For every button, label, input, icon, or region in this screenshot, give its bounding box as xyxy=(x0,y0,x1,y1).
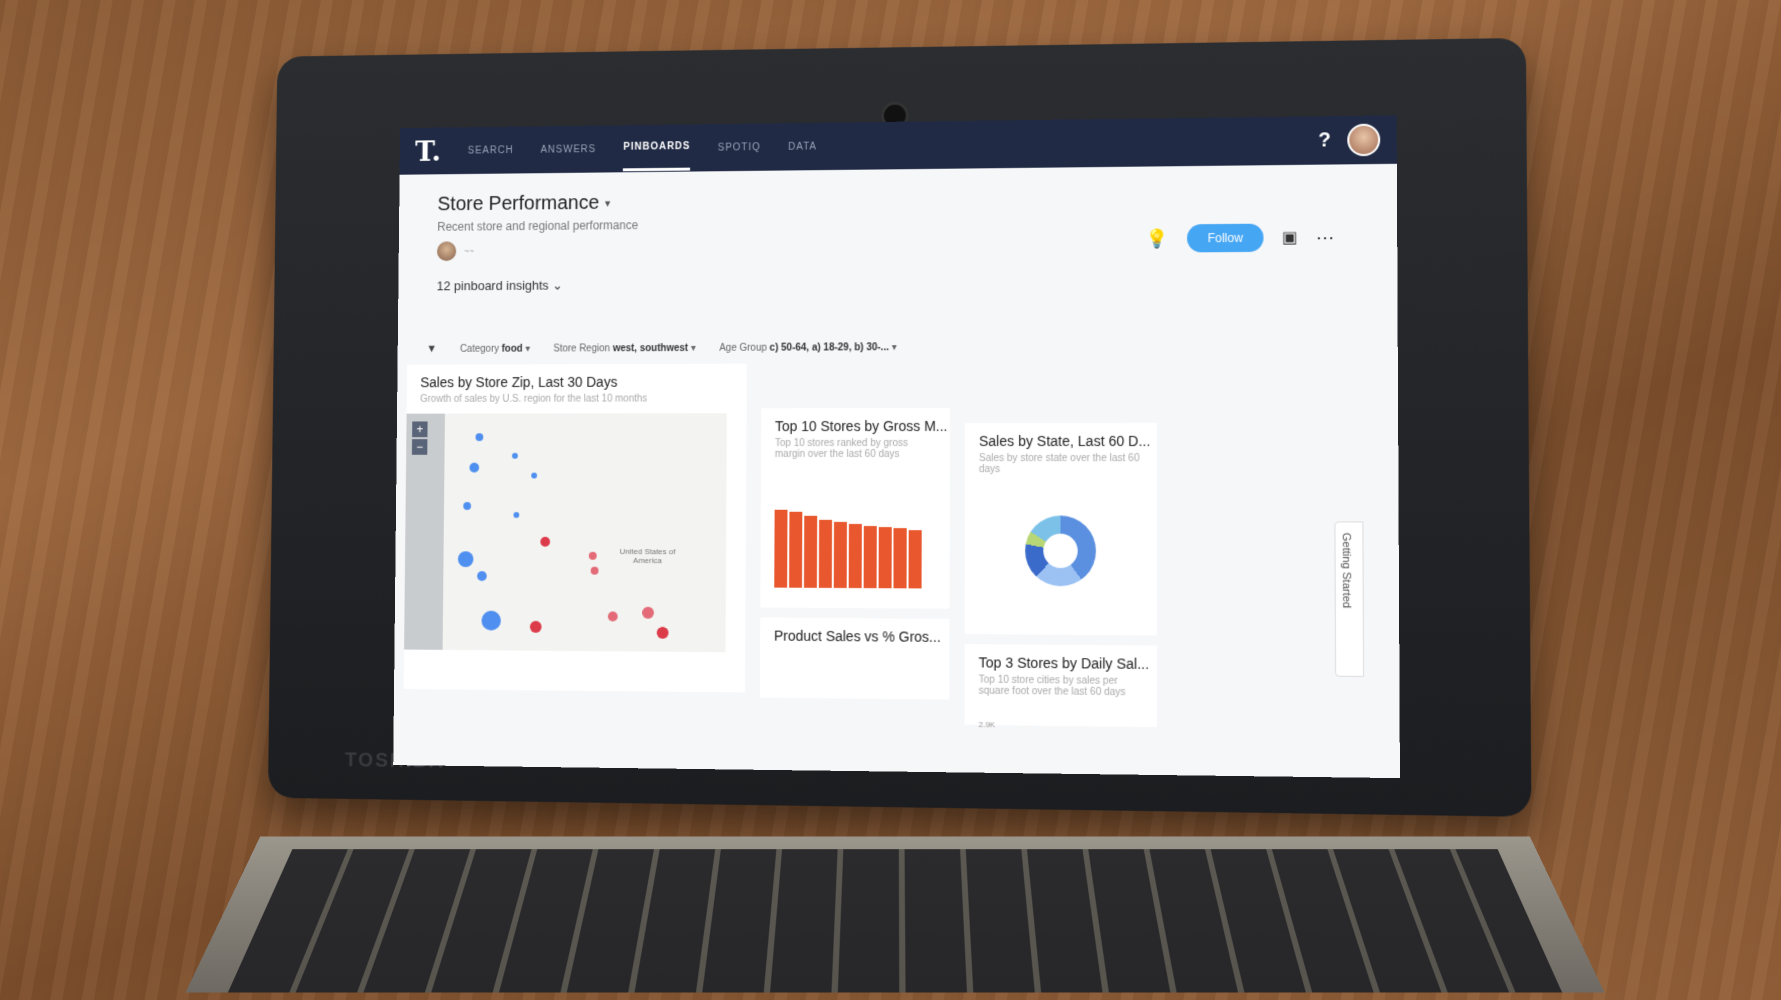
card-state-title: Sales by State, Last 60 D... xyxy=(979,433,1143,449)
bar xyxy=(819,520,832,588)
help-icon[interactable]: ? xyxy=(1318,129,1331,152)
axis-tick: 2.9K xyxy=(979,720,996,729)
present-icon[interactable]: ▣ xyxy=(1282,227,1298,247)
map-dot xyxy=(513,512,519,518)
filter-bar: ▼ Category food ▾ Store Region west, sou… xyxy=(398,288,1398,364)
bar xyxy=(774,510,787,588)
filter-store-region-value: west, southwest xyxy=(613,343,688,354)
nav-spotiq[interactable]: SPOTIQ xyxy=(718,126,761,169)
nav-answers[interactable]: ANSWERS xyxy=(540,128,596,171)
map-zoom-controls: + − xyxy=(412,421,428,454)
bar xyxy=(789,512,802,588)
follow-button[interactable]: Follow xyxy=(1187,224,1263,253)
map-dot xyxy=(591,567,599,575)
bar xyxy=(849,524,862,588)
map-dot xyxy=(531,473,537,479)
pinboard-header: Store Performance ▾ Recent store and reg… xyxy=(399,164,1398,271)
getting-started-label: Getting Started xyxy=(1340,533,1353,609)
more-options-icon[interactable]: ⋯ xyxy=(1316,227,1336,248)
bar xyxy=(864,526,877,588)
map-dot xyxy=(540,537,550,547)
getting-started-tab[interactable]: Getting Started xyxy=(1334,521,1364,677)
insights-label: 12 pinboard insights xyxy=(437,278,549,293)
filter-category[interactable]: Category food ▾ xyxy=(460,343,530,354)
zoom-in-button[interactable]: + xyxy=(412,421,428,437)
user-avatar[interactable] xyxy=(1347,124,1380,157)
map-dot xyxy=(589,552,597,560)
author-name: ~~ xyxy=(464,246,474,256)
map-dot xyxy=(463,502,471,510)
map-dot xyxy=(477,571,487,581)
card-top3-stores[interactable]: Top 3 Stores by Daily Sal... Top 10 stor… xyxy=(964,644,1157,727)
filter-category-key: Category xyxy=(460,343,499,354)
zoom-out-button[interactable]: − xyxy=(412,439,428,455)
app-logo[interactable]: T. xyxy=(415,135,441,167)
bar xyxy=(894,528,907,588)
card-top3-desc: Top 10 store cities by sales per square … xyxy=(979,675,1143,699)
map-dot xyxy=(481,611,501,631)
filter-age-group[interactable]: Age Group c) 50-64, a) 18-29, b) 30-... … xyxy=(719,342,897,354)
page-title[interactable]: Store Performance xyxy=(437,192,599,216)
cards-area: Sales by Store Zip, Last 30 Days Growth … xyxy=(394,361,1399,698)
filter-icon[interactable]: ▼ xyxy=(426,343,437,355)
nav-pinboards[interactable]: PINBOARDS xyxy=(623,125,690,171)
author-avatar xyxy=(437,241,456,261)
bar-chart[interactable] xyxy=(774,498,934,589)
card-top10-stores[interactable]: Top 10 Stores by Gross M... Top 10 store… xyxy=(760,408,950,609)
map-dot xyxy=(657,627,669,639)
laptop-keyboard xyxy=(186,836,1605,992)
card-map-title: Sales by Store Zip, Last 30 Days xyxy=(420,374,733,391)
bar xyxy=(879,527,892,588)
map-visual[interactable]: + − United States of America xyxy=(404,413,727,652)
bar xyxy=(834,522,847,588)
card-map[interactable]: Sales by Store Zip, Last 30 Days Growth … xyxy=(404,364,747,693)
map-dot xyxy=(476,433,484,441)
title-row: Store Performance ▾ xyxy=(437,184,1355,216)
filter-age-group-key: Age Group xyxy=(719,342,767,353)
nav-search[interactable]: SEARCH xyxy=(468,129,514,171)
title-dropdown-icon[interactable]: ▾ xyxy=(605,197,610,210)
donut-chart[interactable] xyxy=(1025,515,1096,586)
card-state-desc: Sales by store state over the last 60 da… xyxy=(979,453,1143,475)
screen: T. SEARCH ANSWERS PINBOARDS SPOTIQ DATA … xyxy=(393,115,1400,778)
card-top10-desc: Top 10 stores ranked by gross margin ove… xyxy=(775,438,936,460)
nav-right: ? xyxy=(1318,124,1380,157)
keyboard-keys xyxy=(228,849,1562,992)
filter-category-value: food xyxy=(502,343,523,354)
card-product-title: Product Sales vs % Gros... xyxy=(774,628,936,645)
map-dot xyxy=(458,551,474,567)
card-top10-title: Top 10 Stores by Gross M... xyxy=(775,418,936,434)
card-top3-title: Top 3 Stores by Daily Sal... xyxy=(979,654,1143,672)
filter-age-group-value: c) 50-64, a) 18-29, b) 30-... xyxy=(770,342,889,353)
map-dot xyxy=(512,453,518,459)
chevron-down-icon: ⌄ xyxy=(552,278,563,293)
map-dot xyxy=(642,607,654,619)
card-product-sales[interactable]: Product Sales vs % Gros... xyxy=(760,617,950,699)
map-dot xyxy=(608,611,618,621)
filter-store-region-key: Store Region xyxy=(553,343,610,354)
nav-data[interactable]: DATA xyxy=(788,125,817,168)
bar xyxy=(909,530,922,588)
map-dot xyxy=(469,463,479,473)
header-actions: 💡 Follow ▣ ⋯ xyxy=(1146,223,1335,253)
map-country-label: United States of America xyxy=(618,547,677,565)
filter-store-region[interactable]: Store Region west, southwest ▾ xyxy=(553,343,695,354)
bar xyxy=(804,516,817,588)
card-map-desc: Growth of sales by U.S. region for the l… xyxy=(420,393,733,404)
map-dot xyxy=(530,621,542,633)
lightbulb-icon[interactable]: 💡 xyxy=(1146,228,1169,249)
card-sales-by-state[interactable]: Sales by State, Last 60 D... Sales by st… xyxy=(965,423,1157,636)
